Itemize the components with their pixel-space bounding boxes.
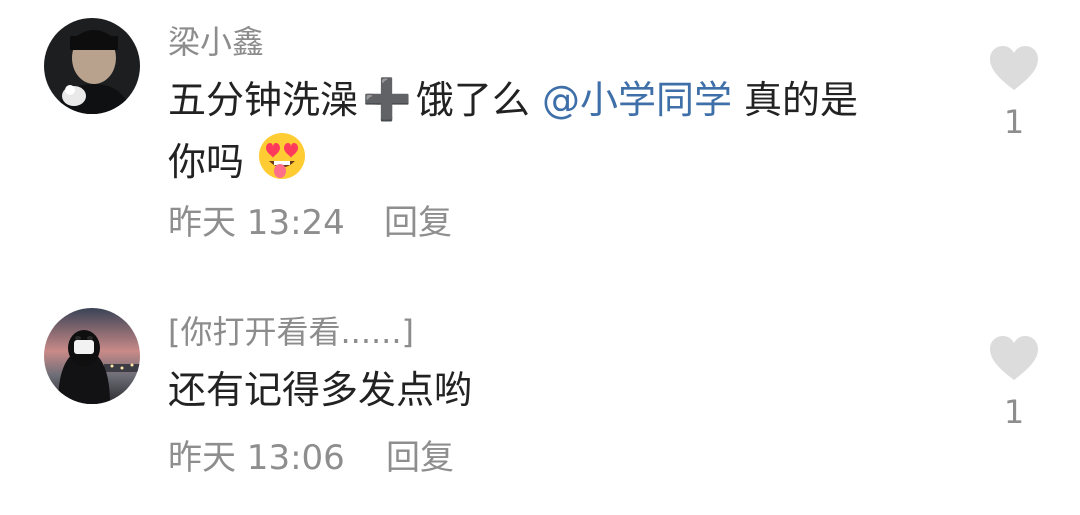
comment-item: 梁小鑫 五分钟洗澡 ➕ 饿了么 @小学同学 真的是 你吗 昨天 13:24 回复 1 bbox=[0, 0, 1080, 280]
heart-icon bbox=[990, 46, 1038, 90]
reply-button[interactable]: 回复 bbox=[384, 203, 452, 243]
heart-icon bbox=[990, 336, 1038, 380]
like-button[interactable]: 1 bbox=[986, 334, 1042, 432]
like-count: 1 bbox=[1003, 103, 1025, 141]
comment-username[interactable]: [你打开看看......] bbox=[168, 312, 414, 352]
comment-timestamp: 昨天 13:24 bbox=[168, 203, 345, 243]
comment-text: 还有记得多发点哟 bbox=[168, 368, 473, 412]
comment-text-part: 你吗 bbox=[168, 140, 245, 184]
like-count: 1 bbox=[1003, 393, 1025, 431]
comment-text-part: 饿了么 bbox=[415, 78, 530, 122]
comment-username[interactable]: 梁小鑫 bbox=[168, 22, 264, 62]
comment-item: [你打开看看......] 还有记得多发点哟 昨天 13:06 回复 1 bbox=[0, 290, 1080, 515]
comment-text: 五分钟洗澡 ➕ 饿了么 @小学同学 真的是 你吗 bbox=[168, 70, 928, 199]
avatar[interactable] bbox=[44, 18, 140, 114]
reply-button[interactable]: 回复 bbox=[386, 438, 454, 478]
comment-text-part: 五分钟洗澡 bbox=[168, 78, 359, 122]
comment-timestamp: 昨天 13:06 bbox=[168, 438, 345, 478]
heart-eyes-tongue-emoji-icon bbox=[256, 130, 308, 199]
comment-text-part: 真的是 bbox=[744, 78, 859, 122]
plus-icon: ➕ bbox=[362, 77, 412, 123]
mention-link[interactable]: @小学同学 bbox=[542, 78, 732, 122]
avatar[interactable] bbox=[44, 308, 140, 404]
like-button[interactable]: 1 bbox=[986, 44, 1042, 142]
